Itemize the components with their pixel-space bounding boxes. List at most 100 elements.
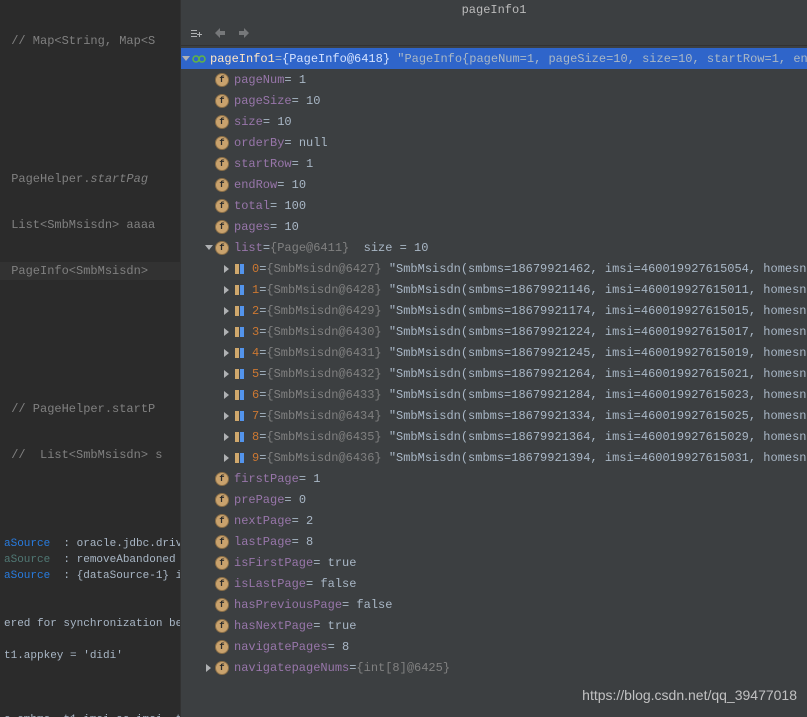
expander-right-icon[interactable] [221,306,231,316]
var-name: startRow [234,157,292,171]
tree-field[interactable]: fpageSize = 10 [181,90,807,111]
var-string: "SmbMsisdn(smbms=18679921394, imsi=46001… [389,451,807,465]
tree-field[interactable]: fpageNum = 1 [181,69,807,90]
var-index: 0 [252,262,259,276]
code-area[interactable]: // Map<String, Map<S PageHelper.startPag… [0,0,180,496]
nav-back-icon[interactable] [213,26,227,40]
array-element-icon [233,369,247,379]
variables-tree[interactable]: pageInfo1 = {PageInfo@6418} "PageInfo{pa… [181,46,807,678]
var-index: 8 [252,430,259,444]
expander-right-icon[interactable] [221,285,231,295]
var-obj: {SmbMsisdn@6429} [266,304,381,318]
expander-right-icon[interactable] [221,432,231,442]
array-element-icon [233,306,247,316]
var-index: 3 [252,325,259,339]
tree-list-item[interactable]: 5 = {SmbMsisdn@6432} "SmbMsisdn(smbms=18… [181,363,807,384]
var-name: pageNum [234,73,284,87]
console-line [0,664,180,680]
array-element-icon [233,327,247,337]
tree-root[interactable]: pageInfo1 = {PageInfo@6418} "PageInfo{pa… [181,48,807,69]
tree-field[interactable]: fprePage = 0 [181,489,807,510]
tree-field[interactable]: fpages = 10 [181,216,807,237]
var-name: endRow [234,178,277,192]
tree-field[interactable]: fstartRow = 1 [181,153,807,174]
tree-navnums-node[interactable]: f navigatepageNums = {int[8]@6425} [181,657,807,678]
field-icon: f [215,619,229,633]
var-extra: size = 10 [364,241,429,255]
field-icon: f [215,556,229,570]
var-index: 4 [252,346,259,360]
expander-right-icon[interactable] [221,390,231,400]
array-element-icon [233,348,247,358]
expander-right-icon[interactable] [203,663,213,673]
expander-right-icon[interactable] [221,348,231,358]
var-index: 7 [252,409,259,423]
watermark: https://blog.csdn.net/qq_39477018 [582,687,797,703]
var-name: isLastPage [234,577,306,591]
tree-field[interactable]: fhasPreviousPage = false [181,594,807,615]
array-element-icon [233,432,247,442]
debugger-toolbar [181,20,807,46]
field-icon: f [215,157,229,171]
expander-right-icon[interactable] [221,411,231,421]
tree-field[interactable]: fsize = 10 [181,111,807,132]
var-name: navigatePages [234,640,328,654]
tree-field[interactable]: flastPage = 8 [181,531,807,552]
var-name: navigatepageNums [234,661,349,675]
expander-down-icon[interactable] [203,243,213,253]
expander-right-icon[interactable] [221,264,231,274]
var-string: "SmbMsisdn(smbms=18679921174, imsi=46001… [389,304,807,318]
field-icon: f [215,661,229,675]
tree-field[interactable]: fisLastPage = false [181,573,807,594]
var-obj: {SmbMsisdn@6428} [266,283,381,297]
console-line: aSource : oracle.jdbc.driver [0,536,180,552]
console-line [0,696,180,712]
tree-list-item[interactable]: 0 = {SmbMsisdn@6427} "SmbMsisdn(smbms=18… [181,258,807,279]
field-icon: f [215,94,229,108]
tree-field[interactable]: fnextPage = 2 [181,510,807,531]
console-line [0,632,180,648]
console-output[interactable]: aSource : oracle.jdbc.driveraSource : re… [0,536,180,717]
tree-list-item[interactable]: 9 = {SmbMsisdn@6436} "SmbMsisdn(smbms=18… [181,447,807,468]
tree-field[interactable]: forderBy = null [181,132,807,153]
var-string: "SmbMsisdn(smbms=18679921245, imsi=46001… [389,346,807,360]
tree-field[interactable]: ffirstPage = 1 [181,468,807,489]
var-name: firstPage [234,472,299,486]
tree-list-item[interactable]: 1 = {SmbMsisdn@6428} "SmbMsisdn(smbms=18… [181,279,807,300]
nav-forward-icon[interactable] [237,26,251,40]
var-name: orderBy [234,136,284,150]
expander-right-icon[interactable] [221,327,231,337]
var-string: "SmbMsisdn(smbms=18679921334, imsi=46001… [389,409,807,423]
tree-list-node[interactable]: f list = {Page@6411} size = 10 [181,237,807,258]
tree-field[interactable]: fhasNextPage = true [181,615,807,636]
tree-list-item[interactable]: 7 = {SmbMsisdn@6434} "SmbMsisdn(smbms=18… [181,405,807,426]
new-watch-icon[interactable] [189,26,203,40]
array-element-icon [233,390,247,400]
debugger-panel: pageInfo1 pageInfo1 = {PageInfo@6418} "P… [180,0,807,717]
tree-list-item[interactable]: 6 = {SmbMsisdn@6433} "SmbMsisdn(smbms=18… [181,384,807,405]
field-icon: f [215,472,229,486]
field-icon: f [215,640,229,654]
var-obj: {SmbMsisdn@6434} [266,409,381,423]
expander-right-icon[interactable] [221,369,231,379]
tree-list-item[interactable]: 3 = {SmbMsisdn@6430} "SmbMsisdn(smbms=18… [181,321,807,342]
var-obj: {SmbMsisdn@6432} [266,367,381,381]
var-obj: {PageInfo@6418} [282,52,390,66]
tree-list-item[interactable]: 2 = {SmbMsisdn@6429} "SmbMsisdn(smbms=18… [181,300,807,321]
array-element-icon [233,264,247,274]
tree-list-item[interactable]: 4 = {SmbMsisdn@6431} "SmbMsisdn(smbms=18… [181,342,807,363]
expander-right-icon[interactable] [221,453,231,463]
var-string: "SmbMsisdn(smbms=18679921146, imsi=46001… [389,283,807,297]
tree-field[interactable]: fisFirstPage = true [181,552,807,573]
var-obj: {int[8]@6425} [356,661,450,675]
tree-field[interactable]: fnavigatePages = 8 [181,636,807,657]
var-obj: {SmbMsisdn@6433} [266,388,381,402]
field-icon: f [215,115,229,129]
tree-list-item[interactable]: 8 = {SmbMsisdn@6435} "SmbMsisdn(smbms=18… [181,426,807,447]
tree-field[interactable]: ftotal = 100 [181,195,807,216]
tree-field[interactable]: fendRow = 10 [181,174,807,195]
field-icon: f [215,493,229,507]
field-icon: f [215,73,229,87]
var-name: isFirstPage [234,556,313,570]
expander-down-icon[interactable] [181,54,190,64]
